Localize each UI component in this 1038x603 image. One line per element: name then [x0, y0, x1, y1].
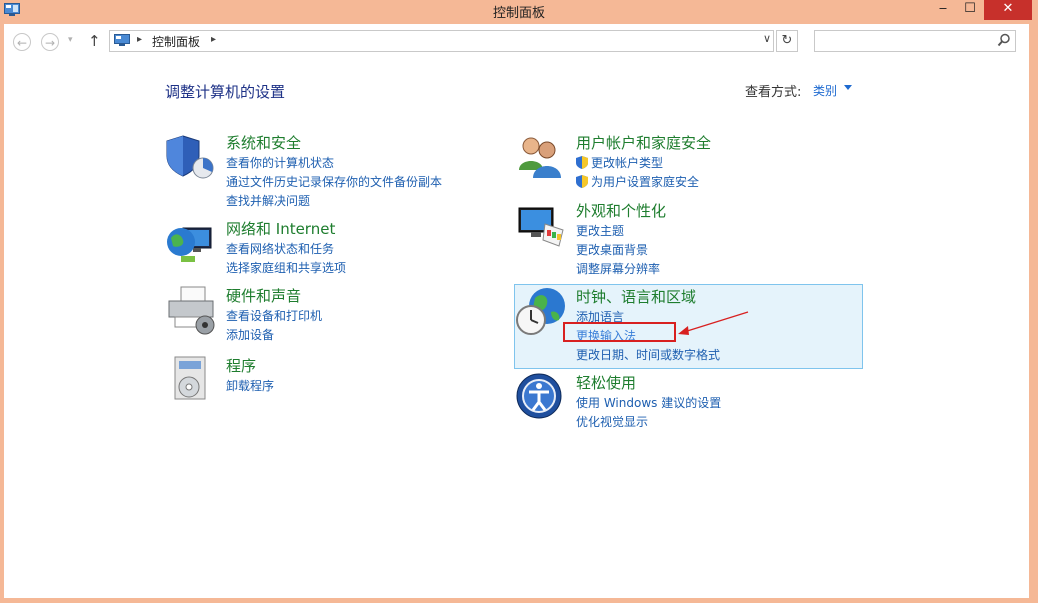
search-icon[interactable]	[997, 33, 1011, 47]
shield-icon[interactable]	[165, 132, 217, 184]
control-panel-icon	[114, 34, 130, 46]
window-title: 控制面板	[492, 6, 545, 21]
ease-of-access-icon[interactable]	[515, 372, 567, 424]
breadcrumb-separator-icon[interactable]: ▸	[211, 34, 216, 45]
view-by-label: 查看方式:	[745, 85, 802, 100]
annotation-arrow-icon	[678, 311, 749, 335]
link-file-history-backup[interactable]: 通过文件历史记录保存你的文件备份副本	[226, 173, 442, 192]
category-title[interactable]: 硬件和声音	[226, 285, 301, 306]
breadcrumb-separator-icon[interactable]: ▸	[137, 34, 142, 45]
title-bar: 控制面板 ‒ ☐ ✕	[0, 0, 1038, 24]
link-change-account-type[interactable]: 更改帐户类型	[576, 154, 699, 173]
category-title[interactable]: 外观和个性化	[576, 200, 666, 221]
category-title[interactable]: 系统和安全	[226, 132, 301, 153]
link-family-safety[interactable]: 为用户设置家庭安全	[576, 173, 699, 192]
category-title[interactable]: 轻松使用	[576, 372, 636, 393]
network-globe-icon[interactable]	[165, 218, 217, 270]
monitor-palette-icon[interactable]	[515, 200, 567, 252]
annotation-highlight-box	[563, 322, 676, 342]
link-uninstall-program[interactable]: 卸载程序	[226, 377, 274, 396]
printer-icon[interactable]	[165, 285, 217, 337]
maximize-button[interactable]: ☐	[957, 0, 983, 20]
forward-button[interactable]: →	[41, 33, 59, 51]
address-input[interactable]: ▸ 控制面板 ▸ ∨	[109, 30, 774, 52]
address-dropdown-icon[interactable]: ∨	[763, 32, 771, 45]
link-screen-resolution[interactable]: 调整屏幕分辨率	[576, 260, 660, 279]
search-input[interactable]	[814, 30, 1016, 52]
chevron-down-icon[interactable]	[844, 85, 852, 90]
back-button[interactable]: ←	[13, 33, 31, 51]
breadcrumb-control-panel[interactable]: 控制面板	[152, 33, 200, 50]
refresh-button[interactable]: ↻	[776, 30, 798, 52]
link-troubleshoot[interactable]: 查找并解决问题	[226, 192, 442, 211]
link-homegroup-sharing[interactable]: 选择家庭组和共享选项	[226, 259, 346, 278]
link-devices-printers[interactable]: 查看设备和打印机	[226, 307, 322, 326]
address-bar-row: ← → ▾ ↑ ▸ 控制面板 ▸ ∨ ↻	[4, 24, 1029, 58]
link-date-time-format[interactable]: 更改日期、时间或数字格式	[576, 346, 720, 365]
link-view-computer-status[interactable]: 查看你的计算机状态	[226, 154, 442, 173]
program-disc-icon[interactable]	[165, 355, 217, 407]
page-title: 调整计算机的设置	[165, 83, 286, 101]
category-title[interactable]: 程序	[226, 355, 256, 376]
link-add-device[interactable]: 添加设备	[226, 326, 322, 345]
up-button[interactable]: ↑	[88, 32, 101, 50]
category-title[interactable]: 网络和 Internet	[226, 218, 335, 239]
link-network-status[interactable]: 查看网络状态和任务	[226, 240, 346, 259]
link-optimize-visual-display[interactable]: 优化视觉显示	[576, 413, 721, 432]
users-icon[interactable]	[515, 132, 567, 184]
minimize-button[interactable]: ‒	[930, 0, 956, 20]
window-content: ← → ▾ ↑ ▸ 控制面板 ▸ ∨ ↻ 调整计算机的设置 查看方式: 类别 系…	[4, 24, 1029, 598]
recent-locations-dropdown[interactable]: ▾	[68, 35, 73, 45]
link-desktop-background[interactable]: 更改桌面背景	[576, 241, 660, 260]
close-button[interactable]: ✕	[984, 0, 1032, 20]
uac-shield-icon	[576, 175, 588, 188]
link-change-theme[interactable]: 更改主题	[576, 222, 660, 241]
view-by-dropdown[interactable]: 类别	[813, 82, 837, 99]
clock-globe-icon[interactable]	[515, 286, 567, 338]
category-title[interactable]: 用户帐户和家庭安全	[576, 132, 711, 153]
link-recommended-settings[interactable]: 使用 Windows 建议的设置	[576, 394, 721, 413]
uac-shield-icon	[576, 156, 588, 169]
